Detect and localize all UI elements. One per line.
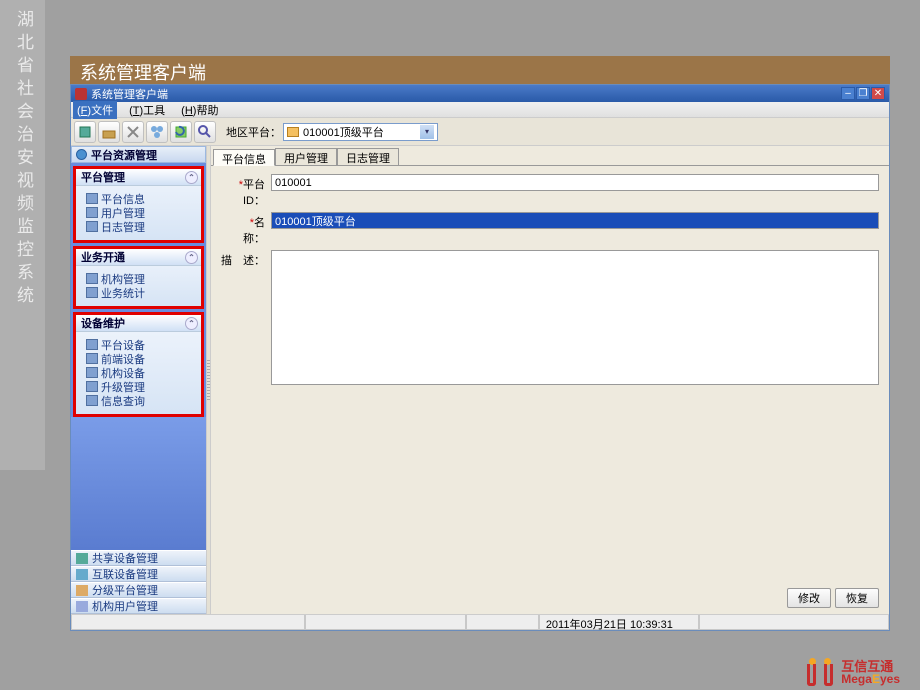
sidebar-item-upgrade-mgmt[interactable]: 升级管理 bbox=[86, 380, 197, 393]
sidebar-btn-tiered-platform[interactable]: 分级平台管理 bbox=[71, 582, 206, 598]
item-icon bbox=[76, 585, 88, 596]
toolbar-btn-5[interactable] bbox=[170, 121, 192, 143]
region-value: 010001顶级平台 bbox=[303, 124, 384, 140]
sidebar-item-org-mgmt[interactable]: 机构管理 bbox=[86, 272, 197, 285]
item-icon bbox=[76, 553, 88, 564]
sidebar-bottom-nav: 共享设备管理 互联设备管理 分级平台管理 机构用户管理 bbox=[71, 550, 206, 614]
platform-desc-textarea[interactable] bbox=[271, 250, 879, 385]
drag-handle-icon bbox=[207, 360, 210, 400]
form-area: *平台 ID： *名 称： 描 述： 修改 恢复 bbox=[211, 165, 889, 614]
panel-business-open-header[interactable]: 业务开通 ⌃ bbox=[76, 249, 201, 266]
sidebar-section-header[interactable]: 平台资源管理 bbox=[71, 146, 206, 163]
panel-platform-mgmt-header[interactable]: 平台管理 ⌃ bbox=[76, 169, 201, 186]
item-icon bbox=[86, 367, 98, 378]
logo-icon bbox=[805, 658, 835, 686]
tab-log-mgmt[interactable]: 日志管理 bbox=[337, 148, 399, 165]
toolbar-btn-2[interactable] bbox=[98, 121, 120, 143]
sidebar: 平台资源管理 平台管理 ⌃ 平台信息 用户管理 日志管理 bbox=[71, 146, 206, 614]
status-cell bbox=[699, 615, 889, 630]
folder-icon bbox=[287, 127, 299, 137]
sidebar-btn-interconn-device[interactable]: 互联设备管理 bbox=[71, 566, 206, 582]
sidebar-item-platform-info[interactable]: 平台信息 bbox=[86, 192, 197, 205]
region-label: 地区平台： bbox=[226, 124, 281, 140]
sidebar-item-log-mgmt[interactable]: 日志管理 bbox=[86, 220, 197, 233]
sidebar-item-info-query[interactable]: 信息查询 bbox=[86, 394, 197, 407]
footer-brand: 互信互通 MegaEyes bbox=[805, 658, 900, 686]
region-combo[interactable]: 010001顶级平台 ▾ bbox=[283, 123, 438, 141]
menu-bar: (F)文件 (T)工具 (H)帮助 bbox=[71, 102, 889, 118]
slide: 系统管理客户端 系统管理客户端 ‒ ❐ ✕ (F)文件 (T)工具 (H)帮助 … bbox=[70, 56, 890, 640]
window-title: 系统管理客户端 bbox=[91, 86, 168, 102]
item-icon bbox=[86, 287, 98, 298]
sidebar-item-user-mgmt[interactable]: 用户管理 bbox=[86, 206, 197, 219]
main-panel: 平台信息 用户管理 日志管理 *平台 ID： *名 称： 描 述： bbox=[211, 146, 889, 614]
item-icon bbox=[86, 273, 98, 284]
restore-button[interactable]: 恢复 bbox=[835, 588, 879, 608]
slide-title: 系统管理客户端 bbox=[70, 56, 890, 84]
item-icon bbox=[86, 221, 98, 232]
highlight-box-1: 平台管理 ⌃ 平台信息 用户管理 日志管理 bbox=[73, 166, 204, 243]
modify-button[interactable]: 修改 bbox=[787, 588, 831, 608]
sidebar-item-platform-device[interactable]: 平台设备 bbox=[86, 338, 197, 351]
item-icon bbox=[76, 601, 88, 612]
highlight-box-2: 业务开通 ⌃ 机构管理 业务统计 bbox=[73, 246, 204, 309]
tab-bar: 平台信息 用户管理 日志管理 bbox=[211, 146, 889, 165]
item-icon bbox=[86, 339, 98, 350]
window-titlebar: 系统管理客户端 ‒ ❐ ✕ bbox=[71, 85, 889, 102]
collapse-icon[interactable]: ⌃ bbox=[185, 317, 198, 330]
status-datetime: 2011年03月21日 10:39:31 bbox=[539, 615, 699, 630]
maximize-button[interactable]: ❐ bbox=[856, 87, 870, 100]
collapse-icon[interactable]: ⌃ bbox=[185, 171, 198, 184]
sidebar-btn-org-user[interactable]: 机构用户管理 bbox=[71, 598, 206, 614]
menu-file[interactable]: (F)文件 bbox=[73, 101, 117, 119]
highlight-box-3: 设备维护 ⌃ 平台设备 前端设备 机构设备 升级管理 信息查询 bbox=[73, 312, 204, 417]
id-label: *平台 ID： bbox=[221, 174, 271, 208]
toolbar: 地区平台： 010001顶级平台 ▾ bbox=[71, 118, 889, 146]
minimize-button[interactable]: ‒ bbox=[841, 87, 855, 100]
presentation-sidebar-title: 湖北省社会治安视频监控系统 bbox=[0, 0, 36, 309]
item-icon bbox=[86, 353, 98, 364]
toolbar-btn-3[interactable] bbox=[122, 121, 144, 143]
sidebar-btn-shared-device[interactable]: 共享设备管理 bbox=[71, 550, 206, 566]
toolbar-btn-6[interactable] bbox=[194, 121, 216, 143]
status-cell bbox=[305, 615, 466, 630]
item-icon bbox=[76, 569, 88, 580]
app-icon bbox=[75, 88, 87, 100]
chevron-down-icon: ▾ bbox=[420, 125, 434, 139]
menu-tools[interactable]: (T)工具 bbox=[125, 101, 169, 119]
toolbar-btn-1[interactable] bbox=[74, 121, 96, 143]
platform-id-input[interactable] bbox=[271, 174, 879, 191]
panel-device-maint-header[interactable]: 设备维护 ⌃ bbox=[76, 315, 201, 332]
item-icon bbox=[86, 193, 98, 204]
logo-text: 互信互通 MegaEyes bbox=[841, 660, 900, 685]
tab-platform-info[interactable]: 平台信息 bbox=[213, 149, 275, 166]
item-icon bbox=[86, 207, 98, 218]
item-icon bbox=[86, 381, 98, 392]
status-cell bbox=[71, 615, 305, 630]
sidebar-item-frontend-device[interactable]: 前端设备 bbox=[86, 352, 197, 365]
close-button[interactable]: ✕ bbox=[871, 87, 885, 100]
toolbar-btn-4[interactable] bbox=[146, 121, 168, 143]
status-bar: 2011年03月21日 10:39:31 bbox=[71, 614, 889, 630]
menu-help[interactable]: (H)帮助 bbox=[177, 101, 222, 119]
platform-name-input[interactable] bbox=[271, 212, 879, 229]
collapse-icon[interactable]: ⌃ bbox=[185, 251, 198, 264]
tab-user-mgmt[interactable]: 用户管理 bbox=[275, 148, 337, 165]
desc-label: 描 述： bbox=[221, 250, 271, 268]
sidebar-item-biz-stat[interactable]: 业务统计 bbox=[86, 286, 197, 299]
sidebar-item-org-device[interactable]: 机构设备 bbox=[86, 366, 197, 379]
presentation-sidebar: 湖北省社会治安视频监控系统 bbox=[0, 0, 45, 470]
world-icon bbox=[76, 149, 87, 160]
app-window: 系统管理客户端 ‒ ❐ ✕ (F)文件 (T)工具 (H)帮助 地区平台： 01… bbox=[70, 84, 890, 631]
status-cell bbox=[466, 615, 539, 630]
item-icon bbox=[86, 395, 98, 406]
name-label: *名 称： bbox=[221, 212, 271, 246]
